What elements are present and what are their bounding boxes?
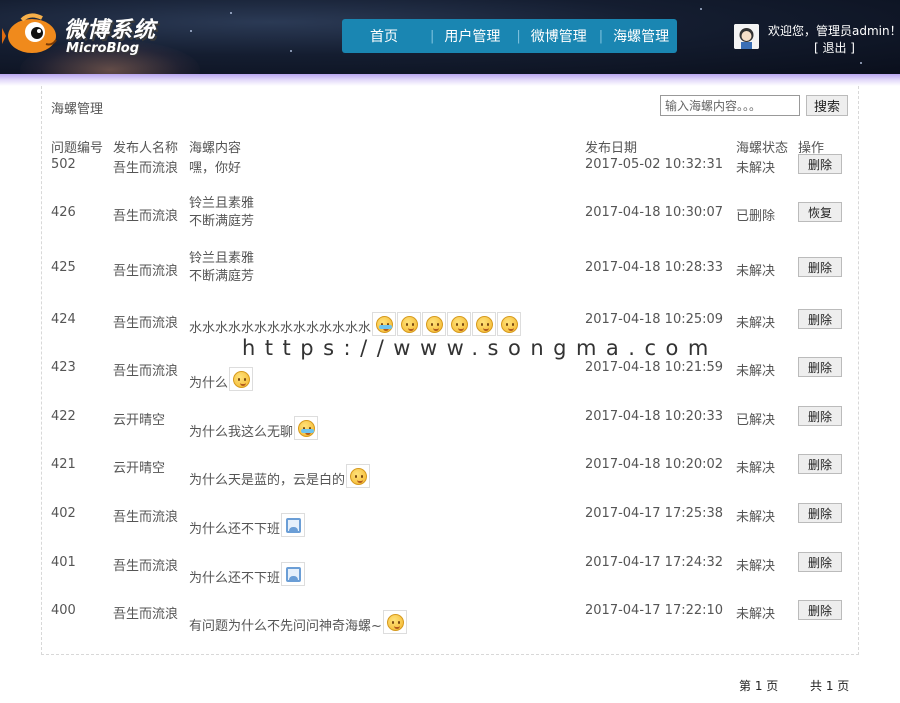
delete-button[interactable]: 删除 [798, 454, 842, 474]
header-divider [0, 74, 900, 86]
conch-content-line1: 为什么 [189, 376, 229, 391]
publish-date: 2017-04-17 17:25:38 [585, 506, 724, 521]
conch-content-line1: 铃兰且素雅 [189, 196, 255, 211]
table-row: 400 吾生而流浪 有问题为什么不先问问神奇海螺~ 2017-04-17 17:22:… [0, 0, 900, 634]
pager-total: 共 1 页 [810, 679, 850, 693]
column-header-content: 海螺内容 [189, 141, 242, 156]
poster-name: 吾生而流浪 [113, 607, 179, 622]
cry-emoji [372, 312, 397, 336]
column-header-status: 海螺状态 [736, 141, 789, 156]
column-header-poster: 发布人名称 [113, 141, 179, 156]
status-text: 未解决 [736, 316, 776, 331]
publish-date: 2017-04-18 10:20:02 [585, 457, 724, 472]
conch-content: 为什么还不下班 [189, 562, 306, 586]
publish-date: 2017-04-18 10:21:59 [585, 360, 724, 375]
question-id: 400 [51, 603, 76, 618]
poster-name: 吾生而流浪 [113, 364, 179, 379]
search-input[interactable] [660, 95, 800, 116]
delete-button[interactable]: 删除 [798, 600, 842, 620]
conch-content-line1: 水水水水水水水水水水水水水水 [189, 321, 372, 336]
publish-date: 2017-04-17 17:22:10 [585, 603, 724, 618]
status-text: 未解决 [736, 510, 776, 525]
status-text: 未解决 [736, 461, 776, 476]
poster-name: 吾生而流浪 [113, 510, 179, 525]
conch-content-line1: 为什么天是蓝的，云是白的 [189, 473, 346, 488]
question-id: 422 [51, 409, 76, 424]
conch-content: 为什么我这么无聊 [189, 416, 319, 440]
poster-name: 吾生而流浪 [113, 316, 179, 331]
publish-date: 2017-04-18 10:28:33 [585, 260, 724, 275]
publish-date: 2017-04-18 10:20:33 [585, 409, 724, 424]
smile-emoji [422, 312, 447, 336]
publish-date: 2017-04-18 10:25:09 [585, 312, 724, 327]
column-header-id: 问题编号 [51, 141, 104, 156]
conch-content-line1: 为什么还不下班 [189, 571, 281, 586]
conch-content: 嘿，你好 [189, 157, 241, 176]
smile-emoji [397, 312, 422, 336]
cry-emoji [294, 416, 319, 440]
conch-content-line1: 为什么我这么无聊 [189, 425, 294, 440]
status-text: 已删除 [736, 209, 776, 224]
conch-content: 铃兰且素雅不断满庭芳 [189, 250, 254, 286]
publish-date: 2017-05-02 10:32:31 [585, 157, 724, 172]
conch-content: 水水水水水水水水水水水水水水 [189, 312, 522, 336]
conch-content-line1: 嘿，你好 [189, 161, 242, 176]
poster-name: 吾生而流浪 [113, 209, 179, 224]
poster-name: 云开晴空 [113, 413, 166, 428]
think-emoji [346, 464, 371, 488]
conch-content: 有问题为什么不先问问神奇海螺~ [189, 610, 407, 634]
header-star [860, 62, 862, 64]
question-id: 425 [51, 260, 76, 275]
smile-emoji [447, 312, 472, 336]
publish-date: 2017-04-17 17:24:32 [585, 555, 724, 570]
status-text: 已解决 [736, 413, 776, 428]
status-text: 未解决 [736, 264, 776, 279]
delete-button[interactable]: 删除 [798, 552, 842, 572]
question-id: 424 [51, 312, 76, 327]
publish-date: 2017-04-18 10:30:07 [585, 205, 724, 220]
delete-button[interactable]: 删除 [798, 357, 842, 377]
smile-emoji [497, 312, 522, 336]
conch-content: 为什么还不下班 [189, 513, 306, 537]
image-icon [281, 562, 306, 586]
search-button[interactable]: 搜索 [806, 95, 848, 116]
pager-current: 第 1 页 [739, 679, 779, 693]
status-text: 未解决 [736, 607, 776, 622]
delete-button[interactable]: 删除 [798, 154, 842, 174]
delete-button[interactable]: 删除 [798, 309, 842, 329]
poster-name: 吾生而流浪 [113, 161, 179, 176]
page-title: 海螺管理 [51, 102, 104, 117]
conch-content-line1: 为什么还不下班 [189, 522, 281, 537]
question-id: 423 [51, 360, 76, 375]
question-id: 502 [51, 157, 76, 172]
status-text: 未解决 [736, 559, 776, 574]
poster-name: 云开晴空 [113, 461, 166, 476]
header-star [290, 50, 292, 52]
poster-name: 吾生而流浪 [113, 264, 179, 279]
watermark: https://www.songma.com [242, 336, 718, 360]
question-id: 402 [51, 506, 76, 521]
conch-content-line1: 有问题为什么不先问问神奇海螺~ [189, 619, 382, 634]
conch-content-line2: 不断满庭芳 [189, 214, 255, 229]
sleepy-emoji [382, 610, 407, 634]
question-id: 421 [51, 457, 76, 472]
conch-content-line1: 铃兰且素雅 [189, 251, 255, 266]
delete-button[interactable]: 删除 [798, 406, 842, 426]
question-id: 426 [51, 205, 76, 220]
grin-emoji [229, 367, 254, 391]
status-text: 未解决 [736, 364, 776, 379]
delete-button[interactable]: 删除 [798, 503, 842, 523]
restore-button[interactable]: 恢复 [798, 202, 842, 222]
smile-emoji [472, 312, 497, 336]
conch-content: 为什么 [189, 367, 254, 391]
poster-name: 吾生而流浪 [113, 559, 179, 574]
image-icon [281, 513, 306, 537]
delete-button[interactable]: 删除 [798, 257, 842, 277]
conch-content: 为什么天是蓝的，云是白的 [189, 464, 371, 488]
conch-content: 铃兰且素雅不断满庭芳 [189, 195, 254, 231]
column-header-date: 发布日期 [585, 141, 638, 156]
status-text: 未解决 [736, 161, 776, 176]
conch-content-line2: 不断满庭芳 [189, 269, 255, 284]
question-id: 401 [51, 555, 76, 570]
